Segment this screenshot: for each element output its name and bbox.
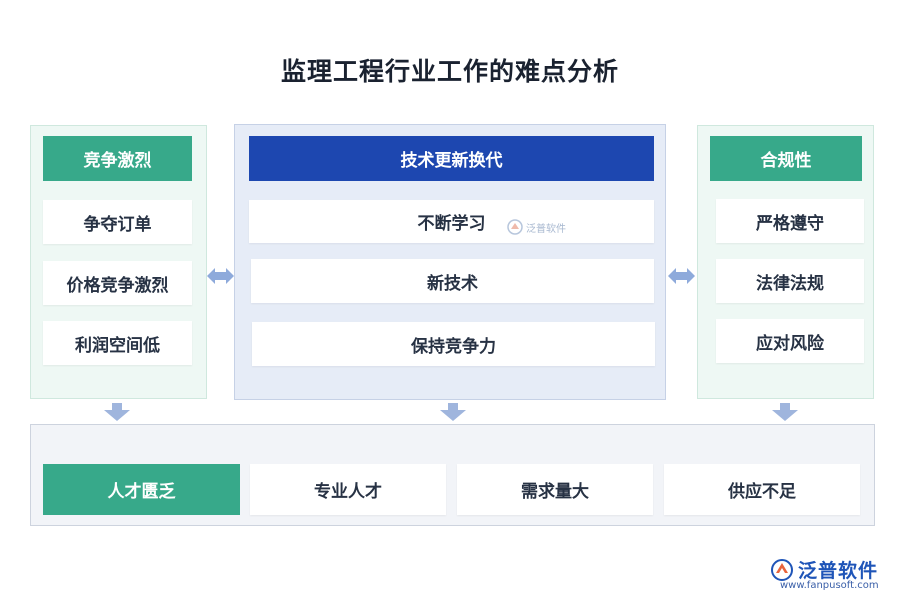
item-competition-3: 利润空间低 [43, 321, 192, 365]
header-compliance: 合规性 [710, 136, 862, 181]
header-talent: 人才匮乏 [43, 464, 240, 515]
item-compliance-2: 法律法规 [716, 259, 864, 303]
brand-logo: 泛普软件 [770, 556, 878, 583]
item-talent-1: 专业人才 [250, 464, 446, 515]
logo-brand-text: 泛普软件 [798, 560, 879, 582]
logo-url: www.fanpusoft.com [780, 580, 879, 591]
item-competition-2: 价格竞争激烈 [43, 261, 192, 305]
fanpu-logo-icon [771, 558, 793, 581]
watermark: 泛普软件 [507, 219, 566, 235]
item-compliance-1: 严格遵守 [716, 199, 864, 243]
item-competition-1: 争夺订单 [43, 200, 192, 244]
header-competition: 竞争激烈 [43, 136, 192, 181]
down-arrow-right-icon [772, 403, 798, 421]
item-tech-2: 新技术 [251, 259, 654, 303]
double-arrow-left-icon [207, 268, 234, 284]
double-arrow-right-icon [668, 268, 695, 284]
down-arrow-left-icon [104, 403, 130, 421]
down-arrow-middle-icon [440, 403, 466, 421]
item-talent-2: 需求量大 [457, 464, 653, 515]
item-talent-3: 供应不足 [664, 464, 860, 515]
page-title: 监理工程行业工作的难点分析 [280, 57, 619, 86]
item-tech-1: 不断学习 [249, 200, 654, 243]
item-compliance-3: 应对风险 [716, 319, 864, 363]
item-tech-3: 保持竞争力 [252, 322, 655, 366]
header-tech-update: 技术更新换代 [249, 136, 654, 181]
fanpu-logo-icon [507, 219, 523, 235]
watermark-text: 泛普软件 [526, 223, 566, 235]
